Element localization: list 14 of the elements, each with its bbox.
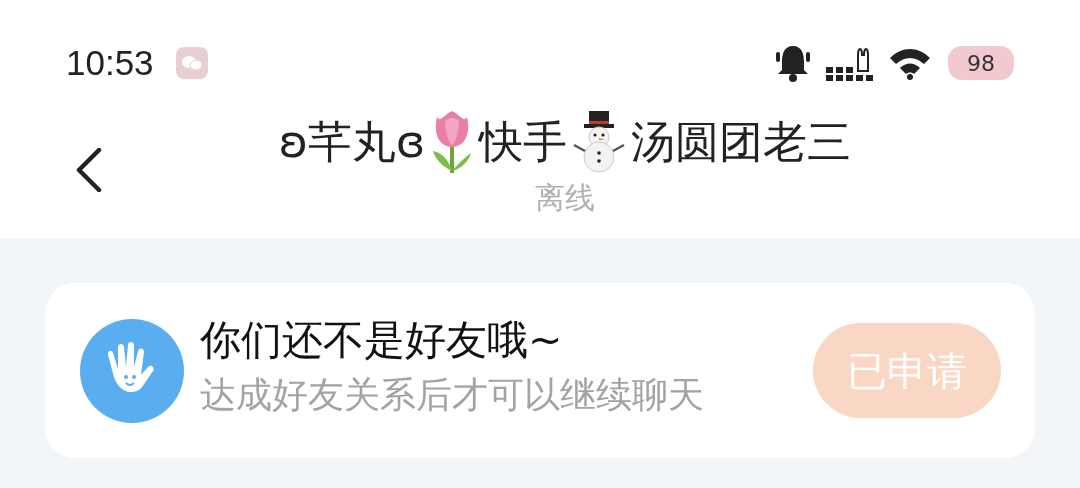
notice-title: 你们还不是好友哦~: [200, 314, 564, 366]
title-text: 快手: [479, 115, 568, 169]
title-text: 汤圆团老三: [631, 115, 852, 169]
bell-icon: [776, 44, 810, 82]
status-text: 离线: [535, 179, 595, 217]
waving-hand-icon: [80, 318, 184, 423]
signal-icon: [826, 45, 874, 81]
wifi-icon: [888, 46, 932, 80]
time: 10:53: [66, 41, 154, 84]
battery-indicator: 98: [948, 46, 1014, 80]
notice-message: 达成好友关系后才可以继续聊天: [200, 372, 705, 417]
title-text: ʚ芊丸ɞ: [278, 115, 426, 169]
chat-app-icon: [175, 47, 208, 79]
back-icon[interactable]: [75, 148, 103, 192]
